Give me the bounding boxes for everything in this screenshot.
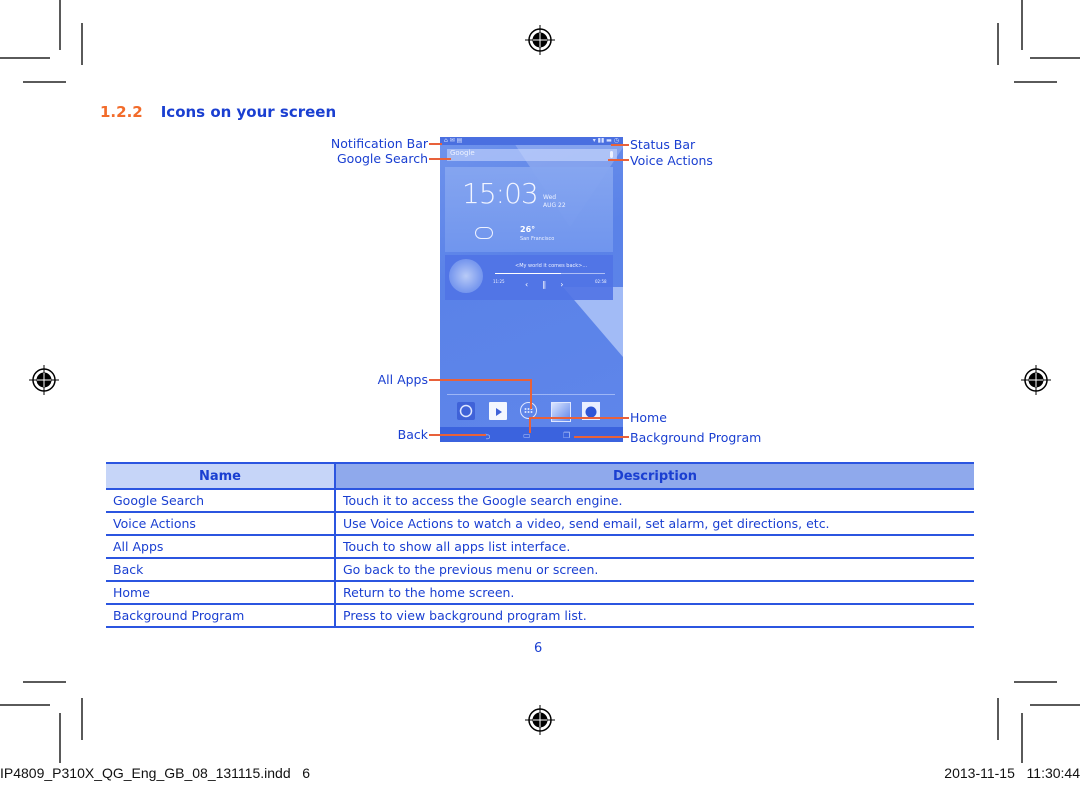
callout-line	[611, 144, 629, 146]
callout-all-apps: All Apps	[377, 372, 428, 387]
crop-mark	[1014, 81, 1057, 83]
callout-notification-bar: Notification Bar	[330, 136, 428, 151]
status-icons: ▾ ▮▮ ▬ ◷	[592, 137, 619, 144]
registration-mark-icon	[1021, 365, 1051, 395]
registration-mark-icon	[525, 25, 555, 55]
callout-home: Home	[630, 410, 667, 425]
table-row: Google Search Touch it to access the Goo…	[106, 489, 974, 513]
crop-mark	[59, 0, 61, 50]
clock-date-text: AUG 22	[543, 202, 566, 209]
weather-cloud-icon	[475, 227, 493, 239]
row-name: Google Search	[106, 489, 336, 513]
music-progress-fill	[495, 273, 561, 274]
table-row: Back Go back to the previous menu or scr…	[106, 558, 974, 582]
music-controls: ‹∥›	[525, 280, 577, 289]
crop-mark	[997, 23, 999, 65]
crop-mark	[0, 704, 50, 706]
crop-mark	[1014, 681, 1057, 683]
row-description: Touch it to access the Google search eng…	[335, 489, 974, 513]
browser-app-icon[interactable]	[457, 402, 475, 420]
table-row: All Apps Touch to show all apps list int…	[106, 535, 974, 559]
status-bar: ⌂ ✉ ▤ ▾ ▮▮ ▬ ◷	[440, 137, 623, 145]
crop-mark	[0, 57, 50, 59]
callout-back: Back	[397, 427, 428, 442]
callout-line	[429, 143, 442, 145]
music-widget[interactable]: <My world it comes back>... 11:25 02:58 …	[445, 255, 613, 300]
recent-apps-icon[interactable]: ❐	[563, 431, 570, 440]
footer-filename: IP4809_P310X_QG_Eng_GB_08_131115.indd 6	[0, 765, 311, 781]
row-description: Return to the home screen.	[335, 581, 974, 605]
phone-home-screen: ⌂ ✉ ▤ ▾ ▮▮ ▬ ◷ Google 15:03 Wed AUG 22 2…	[440, 137, 623, 442]
callout-line	[608, 159, 629, 161]
clock-day: Wed	[543, 194, 557, 201]
next-icon[interactable]: ›	[560, 280, 577, 289]
crop-mark	[1021, 0, 1023, 50]
google-search-bar[interactable]: Google	[447, 149, 617, 161]
callout-line	[530, 379, 532, 409]
section-title: Icons on your screen	[160, 103, 337, 121]
crop-mark	[1030, 704, 1080, 706]
clock-time: 15:03	[462, 177, 539, 210]
section-number: 1.2.2	[100, 103, 143, 121]
callout-background-program: Background Program	[630, 430, 762, 445]
crop-mark	[997, 698, 999, 740]
row-description: Go back to the previous menu or screen.	[335, 558, 974, 582]
microphone-icon[interactable]	[610, 151, 613, 158]
crop-mark	[81, 698, 83, 740]
music-disc-icon	[449, 259, 483, 293]
registration-mark-icon	[29, 365, 59, 395]
crop-mark	[81, 23, 83, 65]
row-description: Press to view background program list.	[335, 604, 974, 628]
row-name: Home	[106, 581, 336, 605]
row-name: Back	[106, 558, 336, 582]
callout-line	[529, 417, 629, 419]
table-row: Home Return to the home screen.	[106, 581, 974, 605]
callout-line	[429, 158, 451, 160]
back-icon[interactable]: ⮌	[484, 431, 490, 442]
row-description: Touch to show all apps list interface.	[335, 535, 974, 559]
crop-mark	[1030, 57, 1080, 59]
crop-mark	[23, 81, 66, 83]
app-dock	[440, 402, 623, 422]
row-name: All Apps	[106, 535, 336, 559]
search-placeholder: Google	[450, 149, 475, 157]
time-total: 02:58	[595, 279, 607, 284]
section-heading: 1.2.2 Icons on your screen	[100, 103, 336, 121]
city: San Francisco	[520, 236, 555, 242]
page-number: 6	[534, 641, 543, 656]
table-row: Voice Actions Use Voice Actions to watch…	[106, 512, 974, 536]
callout-line	[574, 436, 629, 438]
music-progress[interactable]	[495, 273, 605, 274]
registration-mark-icon	[525, 705, 555, 735]
table-row: Background Program Press to view backgro…	[106, 604, 974, 628]
row-name: Background Program	[106, 604, 336, 628]
column-header-name: Name	[106, 462, 336, 490]
notification-icons: ⌂ ✉ ▤	[444, 137, 463, 144]
song-title: <My world it comes back>...	[515, 263, 588, 269]
callout-line	[429, 379, 531, 381]
pause-icon[interactable]: ∥	[542, 280, 560, 289]
callout-line	[529, 417, 531, 433]
row-name: Voice Actions	[106, 512, 336, 536]
row-description: Use Voice Actions to watch a video, send…	[335, 512, 974, 536]
column-header-description: Description	[335, 462, 974, 490]
previous-icon[interactable]: ‹	[525, 280, 542, 289]
crop-mark	[1021, 713, 1023, 763]
crop-mark	[59, 713, 61, 763]
gallery-app-icon[interactable]	[551, 402, 571, 422]
time-elapsed: 11:25	[493, 279, 505, 284]
footer-timestamp: 2013-11-15 11:30:44	[944, 765, 1080, 781]
icons-table: Name Description Google Search Touch it …	[106, 462, 974, 628]
callout-voice-actions: Voice Actions	[630, 153, 713, 168]
clock-date: Wed AUG 22	[543, 194, 566, 210]
temperature: 26°	[520, 225, 536, 234]
callout-status-bar: Status Bar	[630, 137, 696, 152]
play-store-icon[interactable]	[489, 402, 507, 420]
callout-line	[429, 434, 486, 436]
crop-mark	[23, 681, 66, 683]
table-header-row: Name Description	[106, 462, 974, 490]
callout-google-search: Google Search	[337, 151, 428, 166]
